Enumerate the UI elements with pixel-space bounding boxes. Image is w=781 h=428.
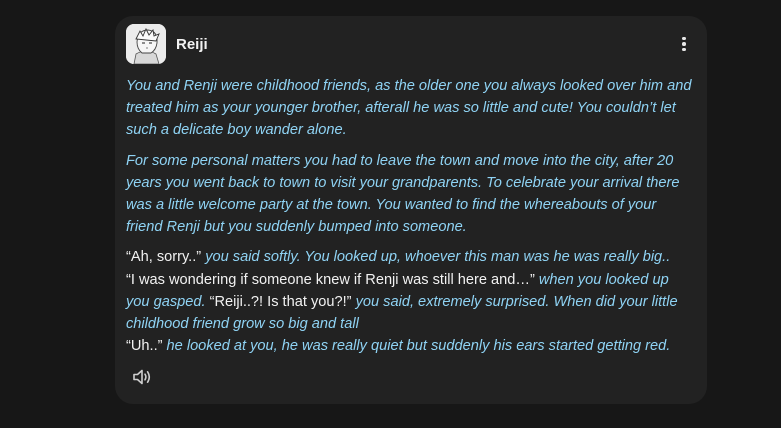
dialogue-line: “I was wondering if someone knew if Renj… (126, 269, 696, 336)
message-card: Reiji You and Renji were childhood frien… (115, 16, 707, 404)
quoted-speech: “Reiji..?! Is that you?!” (209, 293, 352, 310)
quoted-speech: “Uh..” (126, 338, 163, 355)
author-name: Reiji (176, 35, 208, 53)
message-paragraph: For some personal matters you had to lea… (126, 152, 680, 236)
avatar-image (126, 24, 166, 64)
speaker-icon[interactable] (132, 368, 154, 388)
message-body: You and Renji were childhood friends, as… (126, 75, 696, 365)
narration-text: he looked at you, he was really quiet bu… (162, 338, 671, 355)
dialogue-block: “Ah, sorry..” you said softly. You looke… (126, 246, 696, 357)
dot (682, 36, 686, 41)
dialogue-line: “Ah, sorry..” you said softly. You looke… (126, 246, 696, 268)
message-header: Reiji (126, 24, 696, 64)
dot (682, 42, 686, 46)
dot (682, 47, 686, 52)
narration-text: you said softly. You looked up, whoever … (201, 249, 671, 266)
quoted-speech: “I was wondering if someone knew if Renj… (126, 271, 535, 288)
quoted-speech: “Ah, sorry..” (126, 249, 202, 266)
more-vertical-icon[interactable] (672, 32, 696, 56)
dialogue-line: “Uh..” he looked at you, he was really q… (126, 335, 696, 357)
message-paragraph: You and Renji were childhood friends, as… (126, 78, 692, 139)
avatar[interactable] (126, 24, 166, 64)
